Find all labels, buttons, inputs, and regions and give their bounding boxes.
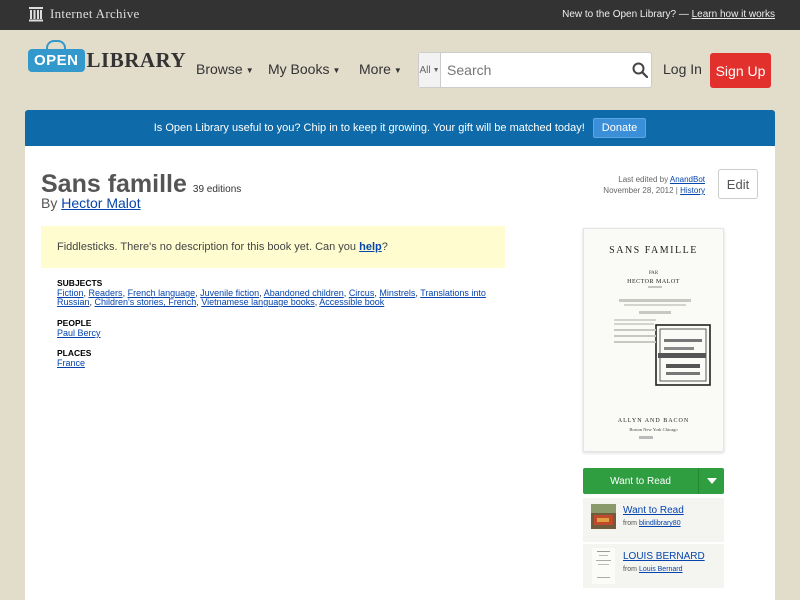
learn-how-link[interactable]: Learn how it works xyxy=(692,9,775,20)
places-heading: PLACES xyxy=(57,348,92,358)
editions-count: 39 editions xyxy=(192,184,242,195)
search-button[interactable] xyxy=(628,53,651,87)
subject-link[interactable]: Minstrels xyxy=(379,288,415,298)
people-heading: PEOPLE xyxy=(57,318,92,328)
subject-link[interactable]: Vietnamese language books xyxy=(201,297,314,307)
cover-publisher: ALLYN AND BACON xyxy=(617,418,690,424)
list-cover-thumbnail[interactable] xyxy=(591,504,616,529)
subjects-list: Fiction, Readers, French language, Juven… xyxy=(57,288,486,307)
byline: By Hector Malot xyxy=(41,195,141,211)
list-title-link[interactable]: Want to Read xyxy=(623,505,684,516)
list-title-link[interactable]: LOUIS BERNARD xyxy=(623,551,705,562)
nav-browse-label: Browse xyxy=(196,61,243,77)
open-library-logo[interactable]: OPEN LIBRARY xyxy=(28,48,186,73)
no-description-notice: Fiddlesticks. There's no description for… xyxy=(41,226,505,268)
logo-open-sign: OPEN xyxy=(28,49,85,72)
places-section: PLACES France xyxy=(57,349,517,368)
work-page: Sans famille 39 editions By Hector Malot… xyxy=(25,146,775,600)
places-list: France xyxy=(57,359,517,368)
list-from-prefix: from xyxy=(623,520,637,527)
last-edited-date: November 28, 2012 | xyxy=(603,186,678,195)
site-header: OPEN LIBRARY Browse ▼ My Books ▼ More ▼ All… xyxy=(0,30,800,110)
internet-archive-logo[interactable]: Internet Archive xyxy=(28,6,140,22)
banner-text: Is Open Library useful to you? Chip in t… xyxy=(153,122,585,134)
subject-link[interactable]: Children's stories, French xyxy=(95,297,197,307)
donation-banner: Is Open Library useful to you? Chip in t… xyxy=(25,110,775,146)
caret-down-icon: ▼ xyxy=(245,65,254,75)
nav-browse[interactable]: Browse ▼ xyxy=(196,61,254,77)
search-icon xyxy=(632,62,648,78)
caret-down-icon xyxy=(706,478,717,484)
list-cover-thumbnail[interactable] xyxy=(591,547,616,585)
author-link[interactable]: Hector Malot xyxy=(61,195,140,211)
search-bar: All ▼ xyxy=(418,52,652,88)
internet-archive-bar: Internet Archive New to the Open Library… xyxy=(0,0,800,30)
nav-my-books-label: My Books xyxy=(268,61,330,77)
last-edited-info: Last edited by AnandBot November 28, 201… xyxy=(580,174,705,196)
help-suffix: ? xyxy=(381,241,388,253)
person-link[interactable]: Paul Bercy xyxy=(57,328,101,338)
caret-down-icon: ▼ xyxy=(432,66,440,74)
search-scope-label: All xyxy=(419,64,431,76)
internet-archive-name: Internet Archive xyxy=(50,6,140,21)
no-description-text: Fiddlesticks. There's no description for… xyxy=(57,241,357,253)
ia-promo: New to the Open Library? — Learn how it … xyxy=(562,9,775,20)
history-link[interactable]: History xyxy=(680,186,705,195)
signup-button[interactable]: Sign Up xyxy=(710,53,771,88)
search-scope-select[interactable]: All ▼ xyxy=(419,53,442,87)
want-to-read-button[interactable]: Want to Read xyxy=(583,468,724,494)
people-section: PEOPLE Paul Bercy xyxy=(57,319,517,338)
nav-more[interactable]: More ▼ xyxy=(359,61,402,77)
place-link[interactable]: France xyxy=(57,358,85,368)
search-input[interactable] xyxy=(441,54,629,86)
nav-my-books[interactable]: My Books ▼ xyxy=(268,61,340,77)
list-item: Want to Read from blindlibrary80 xyxy=(583,498,724,542)
login-link[interactable]: Log In xyxy=(663,61,702,77)
list-item: LOUIS BERNARD from Louis Bernard xyxy=(583,544,724,588)
donate-button[interactable]: Donate xyxy=(592,118,647,138)
last-edited-prefix: Last edited by xyxy=(618,175,669,184)
list-owner-link[interactable]: Louis Bernard xyxy=(639,566,683,573)
help-link[interactable]: help xyxy=(359,241,382,253)
ia-promo-text: New to the Open Library? — xyxy=(562,9,689,20)
edit-button[interactable]: Edit xyxy=(718,169,758,199)
reading-status-dropdown[interactable] xyxy=(698,468,724,494)
last-editor-link[interactable]: AnandBot xyxy=(670,175,705,184)
by-prefix: By xyxy=(41,195,58,211)
people-list: Paul Bercy xyxy=(57,329,517,338)
caret-down-icon: ▼ xyxy=(393,65,402,75)
cover-cities: Boston New York Chicago xyxy=(629,427,678,432)
logo-library-text: LIBRARY xyxy=(86,48,187,72)
subjects-heading: SUBJECTS xyxy=(57,278,103,288)
subjects-section: SUBJECTS Fiction, Readers, French langua… xyxy=(57,279,517,307)
caret-down-icon: ▼ xyxy=(332,65,341,75)
want-to-read-label: Want to Read xyxy=(610,475,671,487)
list-owner-link[interactable]: blindlibrary80 xyxy=(639,520,681,527)
archive-building-icon xyxy=(29,7,43,22)
nav-more-label: More xyxy=(359,61,391,77)
list-from-prefix: from xyxy=(623,566,637,573)
book-cover[interactable]: SANS FAMILLE PAR HECTOR MALOT ALLYN AND … xyxy=(583,228,724,452)
subject-link[interactable]: Accessible book xyxy=(319,297,384,307)
